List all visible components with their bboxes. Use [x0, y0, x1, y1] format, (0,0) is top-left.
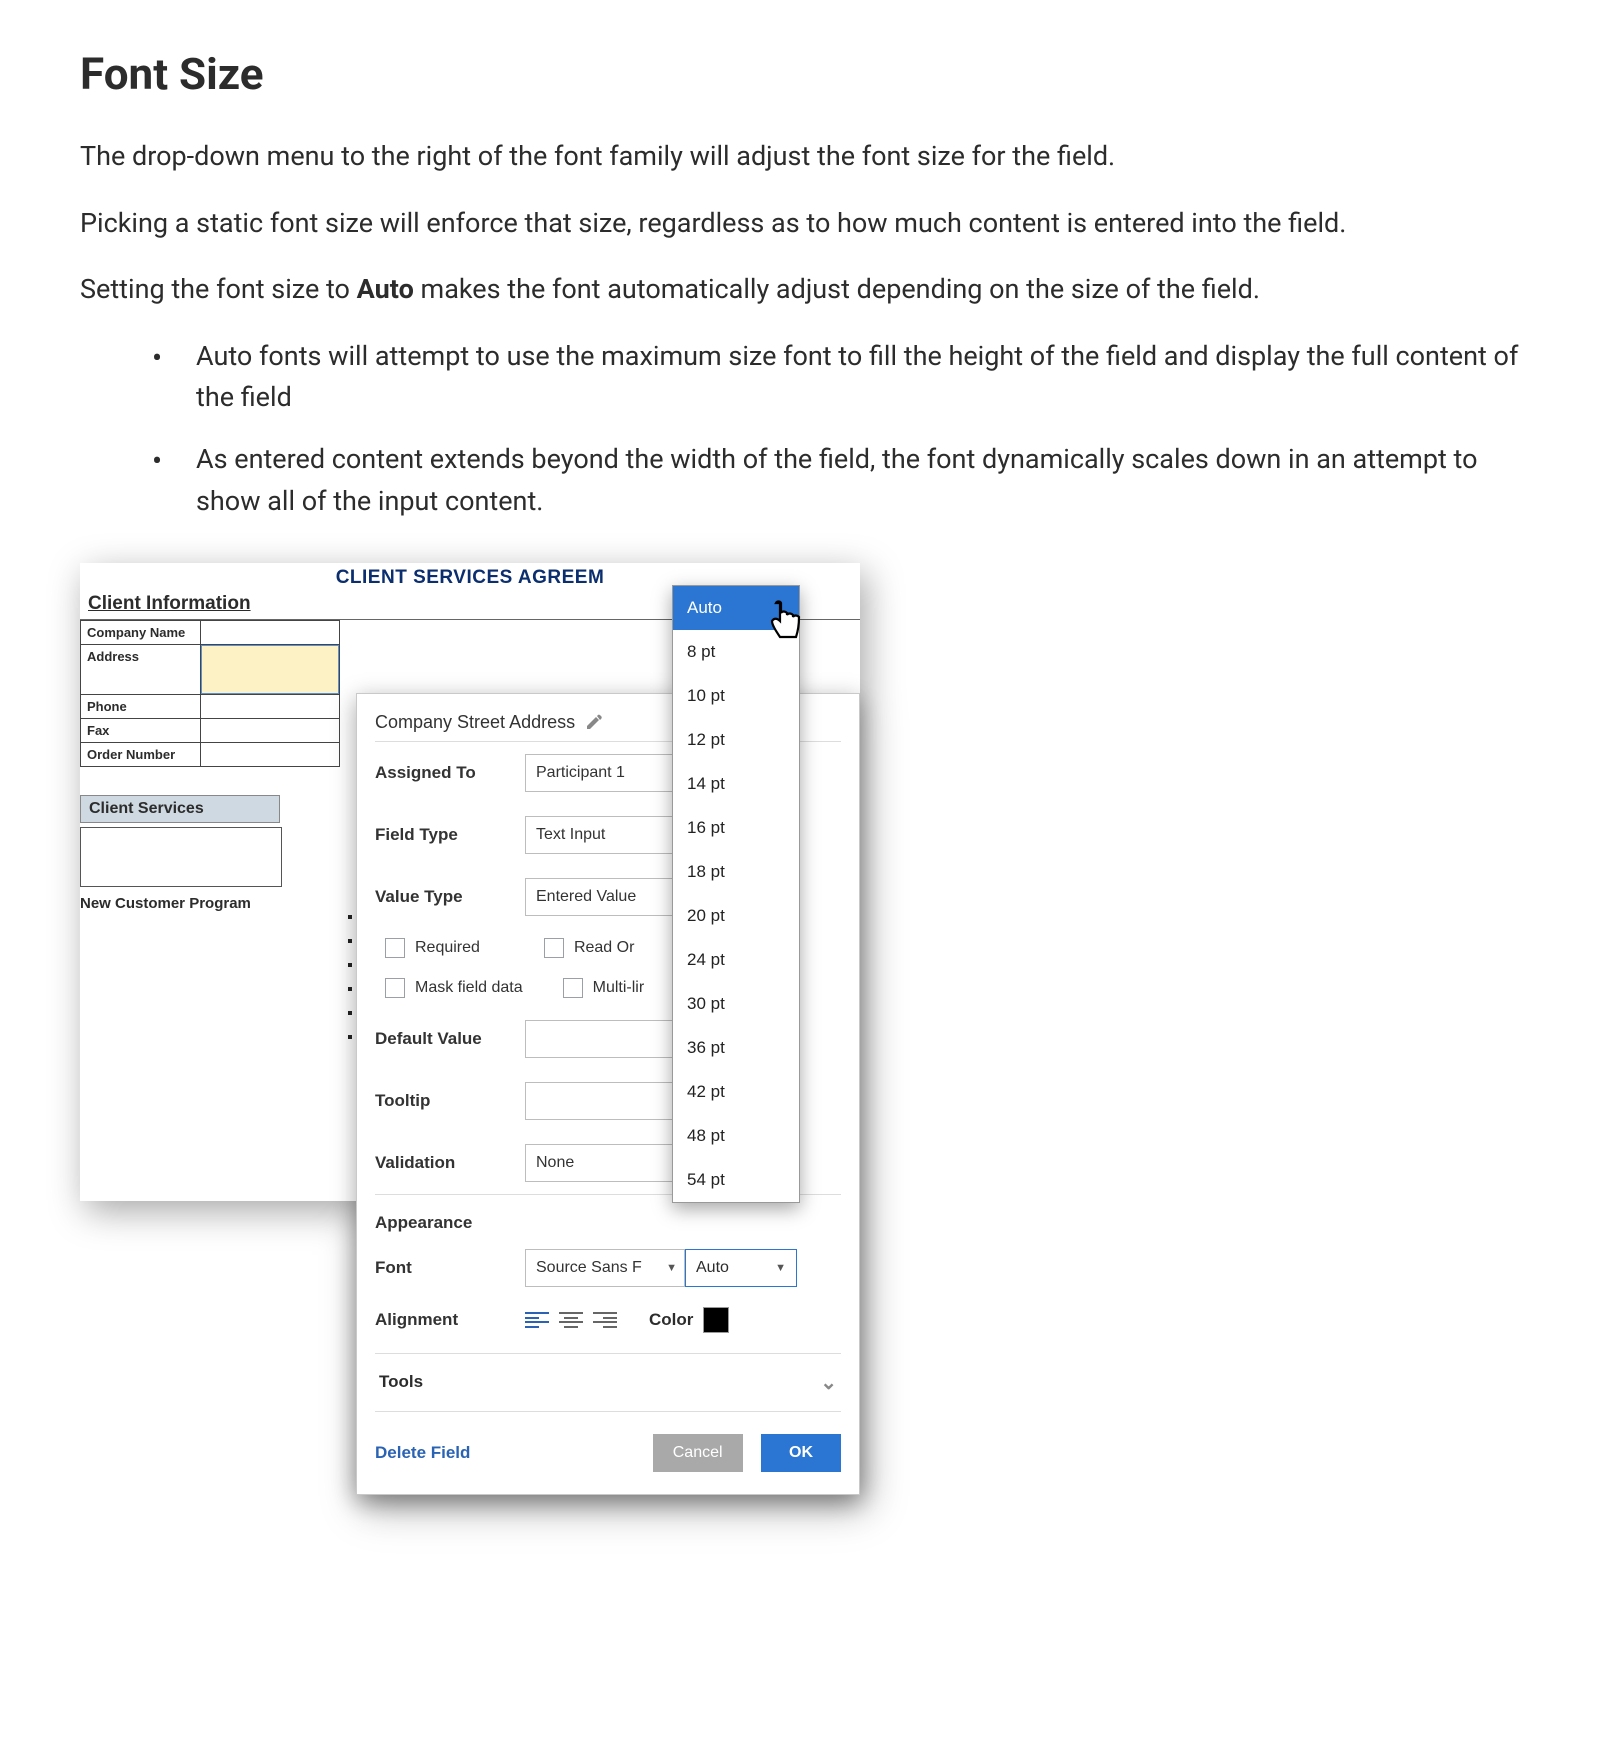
cancel-button[interactable]: Cancel	[653, 1434, 743, 1472]
mask-checkbox[interactable]: Mask field data	[385, 978, 523, 998]
body-paragraph: Picking a static font size will enforce …	[80, 203, 1536, 244]
field-type-select[interactable]: Text Input	[525, 816, 685, 854]
checkbox-icon	[544, 938, 564, 958]
validation-select[interactable]: None	[525, 1144, 685, 1182]
checkbox-label: Multi-lir	[593, 979, 645, 997]
document-label: New Customer Program	[80, 895, 280, 914]
body-paragraph: Setting the font size to Auto makes the …	[80, 269, 1536, 310]
checkbox-label: Required	[415, 939, 480, 957]
font-label: Font	[375, 1258, 525, 1278]
table-label: Company Name	[81, 620, 201, 644]
body-text-bold: Auto	[357, 273, 414, 305]
font-family-select[interactable]: Source Sans F ▼	[525, 1249, 685, 1287]
font-size-select[interactable]: Auto ▼	[685, 1249, 797, 1287]
readonly-checkbox[interactable]: Read Or	[544, 938, 634, 958]
client-info-table: Company Name Address Phone Fax Order Num…	[80, 620, 340, 767]
alignment-label: Alignment	[375, 1310, 525, 1330]
selected-field[interactable]	[201, 644, 340, 694]
value-type-select[interactable]: Entered Value	[525, 878, 685, 916]
ok-button[interactable]: OK	[761, 1434, 841, 1472]
section-heading: Font Size	[80, 48, 1536, 100]
checkbox-icon	[385, 978, 405, 998]
body-text-fragment: makes the font automatically adjust depe…	[414, 273, 1260, 305]
font-size-option[interactable]: 42 pt	[673, 1070, 799, 1114]
tools-expander[interactable]: Tools ⌄	[375, 1353, 841, 1412]
color-label: Color	[649, 1310, 693, 1330]
table-label: Order Number	[81, 742, 201, 766]
body-text-fragment: Setting the font size to	[80, 273, 357, 305]
required-checkbox[interactable]: Required	[385, 938, 480, 958]
checkbox-icon	[563, 978, 583, 998]
font-size-option[interactable]: 20 pt	[673, 894, 799, 938]
bullet-list: Auto fonts will attempt to use the maxim…	[80, 336, 1536, 523]
font-size-option[interactable]: 36 pt	[673, 1026, 799, 1070]
document-section-heading: Client Services	[80, 795, 280, 823]
checkbox-icon	[385, 938, 405, 958]
font-size-option[interactable]: 16 pt	[673, 806, 799, 850]
font-size-option[interactable]: 18 pt	[673, 850, 799, 894]
multiline-checkbox[interactable]: Multi-lir	[563, 978, 645, 998]
align-center-button[interactable]	[559, 1310, 583, 1330]
font-size-option[interactable]: 54 pt	[673, 1158, 799, 1202]
bullet-item: Auto fonts will attempt to use the maxim…	[152, 336, 1536, 420]
assigned-to-select[interactable]: Participant 1	[525, 754, 685, 792]
table-label: Address	[81, 644, 201, 694]
checkbox-label: Mask field data	[415, 979, 523, 997]
bullet-item: As entered content extends beyond the wi…	[152, 439, 1536, 523]
tooltip-label: Tooltip	[375, 1091, 525, 1111]
delete-field-link[interactable]: Delete Field	[375, 1443, 470, 1463]
resize-handles	[348, 915, 352, 1039]
edit-name-icon[interactable]	[585, 713, 603, 731]
cursor-pointer-icon	[766, 599, 808, 645]
document-block	[80, 827, 282, 887]
font-size-option[interactable]: 14 pt	[673, 762, 799, 806]
font-size-dropdown[interactable]: Auto 8 pt 10 pt 12 pt 14 pt 16 pt 18 pt …	[672, 585, 800, 1203]
align-right-button[interactable]	[593, 1310, 617, 1330]
validation-label: Validation	[375, 1153, 525, 1173]
font-size-option[interactable]: 10 pt	[673, 674, 799, 718]
font-size-option[interactable]: 30 pt	[673, 982, 799, 1026]
tools-label: Tools	[379, 1372, 423, 1392]
font-size-option[interactable]: 12 pt	[673, 718, 799, 762]
checkbox-label: Read Or	[574, 939, 634, 957]
default-value-label: Default Value	[375, 1029, 525, 1049]
chevron-down-icon: ⌄	[820, 1370, 837, 1395]
font-size-option[interactable]: 48 pt	[673, 1114, 799, 1158]
table-label: Phone	[81, 694, 201, 718]
field-type-label: Field Type	[375, 825, 525, 845]
caret-down-icon: ▼	[775, 1250, 786, 1286]
field-name-label: Company Street Address	[375, 712, 575, 733]
value-type-label: Value Type	[375, 887, 525, 907]
align-left-button[interactable]	[525, 1310, 549, 1330]
default-value-input[interactable]	[525, 1020, 695, 1058]
assigned-to-label: Assigned To	[375, 763, 525, 783]
table-label: Fax	[81, 718, 201, 742]
color-swatch[interactable]	[703, 1307, 729, 1333]
body-paragraph: The drop-down menu to the right of the f…	[80, 136, 1536, 177]
font-size-option[interactable]: 24 pt	[673, 938, 799, 982]
tooltip-input[interactable]	[525, 1082, 695, 1120]
embedded-screenshot: Auto 8 pt 10 pt 12 pt 14 pt 16 pt 18 pt …	[80, 563, 860, 1201]
